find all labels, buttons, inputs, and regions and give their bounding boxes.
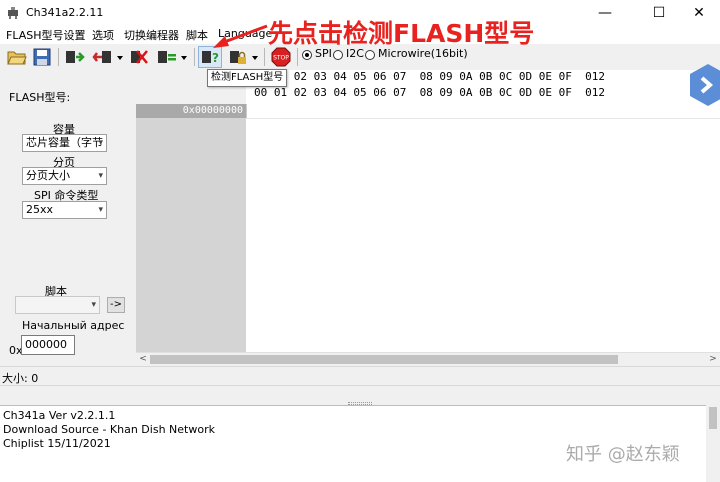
- start-address-input[interactable]: 000000: [21, 335, 75, 355]
- spi-cmd-value: 25xx: [26, 203, 54, 216]
- menu-switch-programmer[interactable]: 切换编程器: [124, 27, 179, 43]
- log-line: Ch341a Ver v2.2.1.1: [3, 409, 116, 422]
- toolbar-separator: [194, 48, 195, 66]
- spi-radio[interactable]: [302, 50, 312, 60]
- annotation-arrow-icon: [213, 24, 268, 48]
- script-run-button[interactable]: ->: [107, 297, 125, 313]
- write-icon[interactable]: [92, 47, 114, 67]
- menu-flash-model[interactable]: FLASH型号设置: [6, 27, 86, 43]
- menu-options[interactable]: 选项: [92, 27, 114, 43]
- detect-flash-icon[interactable]: ?: [199, 47, 221, 67]
- i2c-radio[interactable]: [333, 50, 343, 60]
- address-cell: 0x00000000: [136, 104, 246, 118]
- microwire-radio[interactable]: [365, 50, 375, 60]
- read-icon[interactable]: [64, 47, 86, 67]
- scroll-right-icon[interactable]: >: [706, 353, 720, 366]
- watermark: 知乎 @赵东颖: [566, 444, 680, 465]
- scroll-left-icon[interactable]: <: [136, 353, 150, 366]
- log-scroll-thumb[interactable]: [709, 407, 717, 429]
- hex-data-area[interactable]: [246, 104, 720, 352]
- corner-logo-icon: [690, 64, 720, 106]
- tooltip: 检测FLASH型号: [207, 69, 287, 87]
- chevron-down-icon: ▾: [98, 138, 103, 148]
- log-vertical-scrollbar[interactable]: [706, 405, 720, 482]
- hex-cell-divider: [246, 104, 247, 118]
- script-select[interactable]: ▾: [15, 296, 100, 314]
- stop-label: STOP: [273, 55, 289, 62]
- scroll-thumb[interactable]: [150, 355, 618, 364]
- flash-model-label: FLASH型号:: [9, 91, 71, 104]
- stop-icon[interactable]: STOP: [270, 47, 292, 67]
- spi-cmd-select[interactable]: 25xx ▾: [22, 201, 107, 219]
- toolbar-separator: [297, 48, 298, 66]
- status-bar: 大小: 0: [0, 366, 720, 386]
- hex-column-header: 00 01 02 03 04 05 06 07 08 09 0A 0B 0C 0…: [246, 70, 720, 104]
- address-column: [136, 104, 246, 352]
- horizontal-scrollbar[interactable]: < >: [136, 352, 720, 366]
- hex-header-row: 00 01 02 03 04 05 06 07 08 09 0A 0B 0C 0…: [254, 70, 605, 83]
- capacity-select[interactable]: 芯片容量（字节 ▾: [22, 134, 107, 152]
- size-status: 大小: 0: [2, 372, 39, 385]
- write-dropdown-icon[interactable]: [117, 56, 123, 60]
- annotation-text: 先点击检测FLASH型号: [268, 19, 535, 48]
- chevron-down-icon: ▾: [98, 171, 103, 181]
- open-icon[interactable]: [6, 47, 28, 67]
- capacity-value: 芯片容量（字节: [26, 136, 103, 149]
- hex-row-divider: [246, 118, 720, 119]
- log-line: Download Source - Khan Dish Network: [3, 423, 215, 436]
- verify-icon[interactable]: [156, 47, 178, 67]
- start-address-label: Начальный адрес: [22, 319, 125, 332]
- verify-dropdown-icon[interactable]: [181, 56, 187, 60]
- toolbar-separator: [264, 48, 265, 66]
- save-icon[interactable]: [31, 47, 53, 67]
- window-title: Ch341a2.2.11: [26, 6, 104, 19]
- minimize-button[interactable]: —: [582, 0, 628, 26]
- erase-icon[interactable]: [128, 47, 150, 67]
- log-line: Chiplist 15/11/2021: [3, 437, 111, 450]
- detect-flash-glyph: ?: [212, 51, 219, 65]
- hex-header-row: 00 01 02 03 04 05 06 07 08 09 0A 0B 0C 0…: [254, 86, 605, 99]
- left-panel: FLASH型号: 容量 芯片容量（字节 ▾ 分页 分页大小 ▾ SPI 命令类型 2…: [0, 77, 136, 365]
- lock-dropdown-icon[interactable]: [252, 56, 258, 60]
- chevron-down-icon: ▾: [91, 300, 96, 310]
- page-value: 分页大小: [26, 169, 70, 182]
- lock-icon[interactable]: [227, 47, 249, 67]
- chevron-down-icon: ▾: [98, 205, 103, 215]
- toolbar-separator: [58, 48, 59, 66]
- page-select[interactable]: 分页大小 ▾: [22, 167, 107, 185]
- app-icon: [8, 7, 18, 19]
- close-button[interactable]: ✕: [676, 0, 720, 26]
